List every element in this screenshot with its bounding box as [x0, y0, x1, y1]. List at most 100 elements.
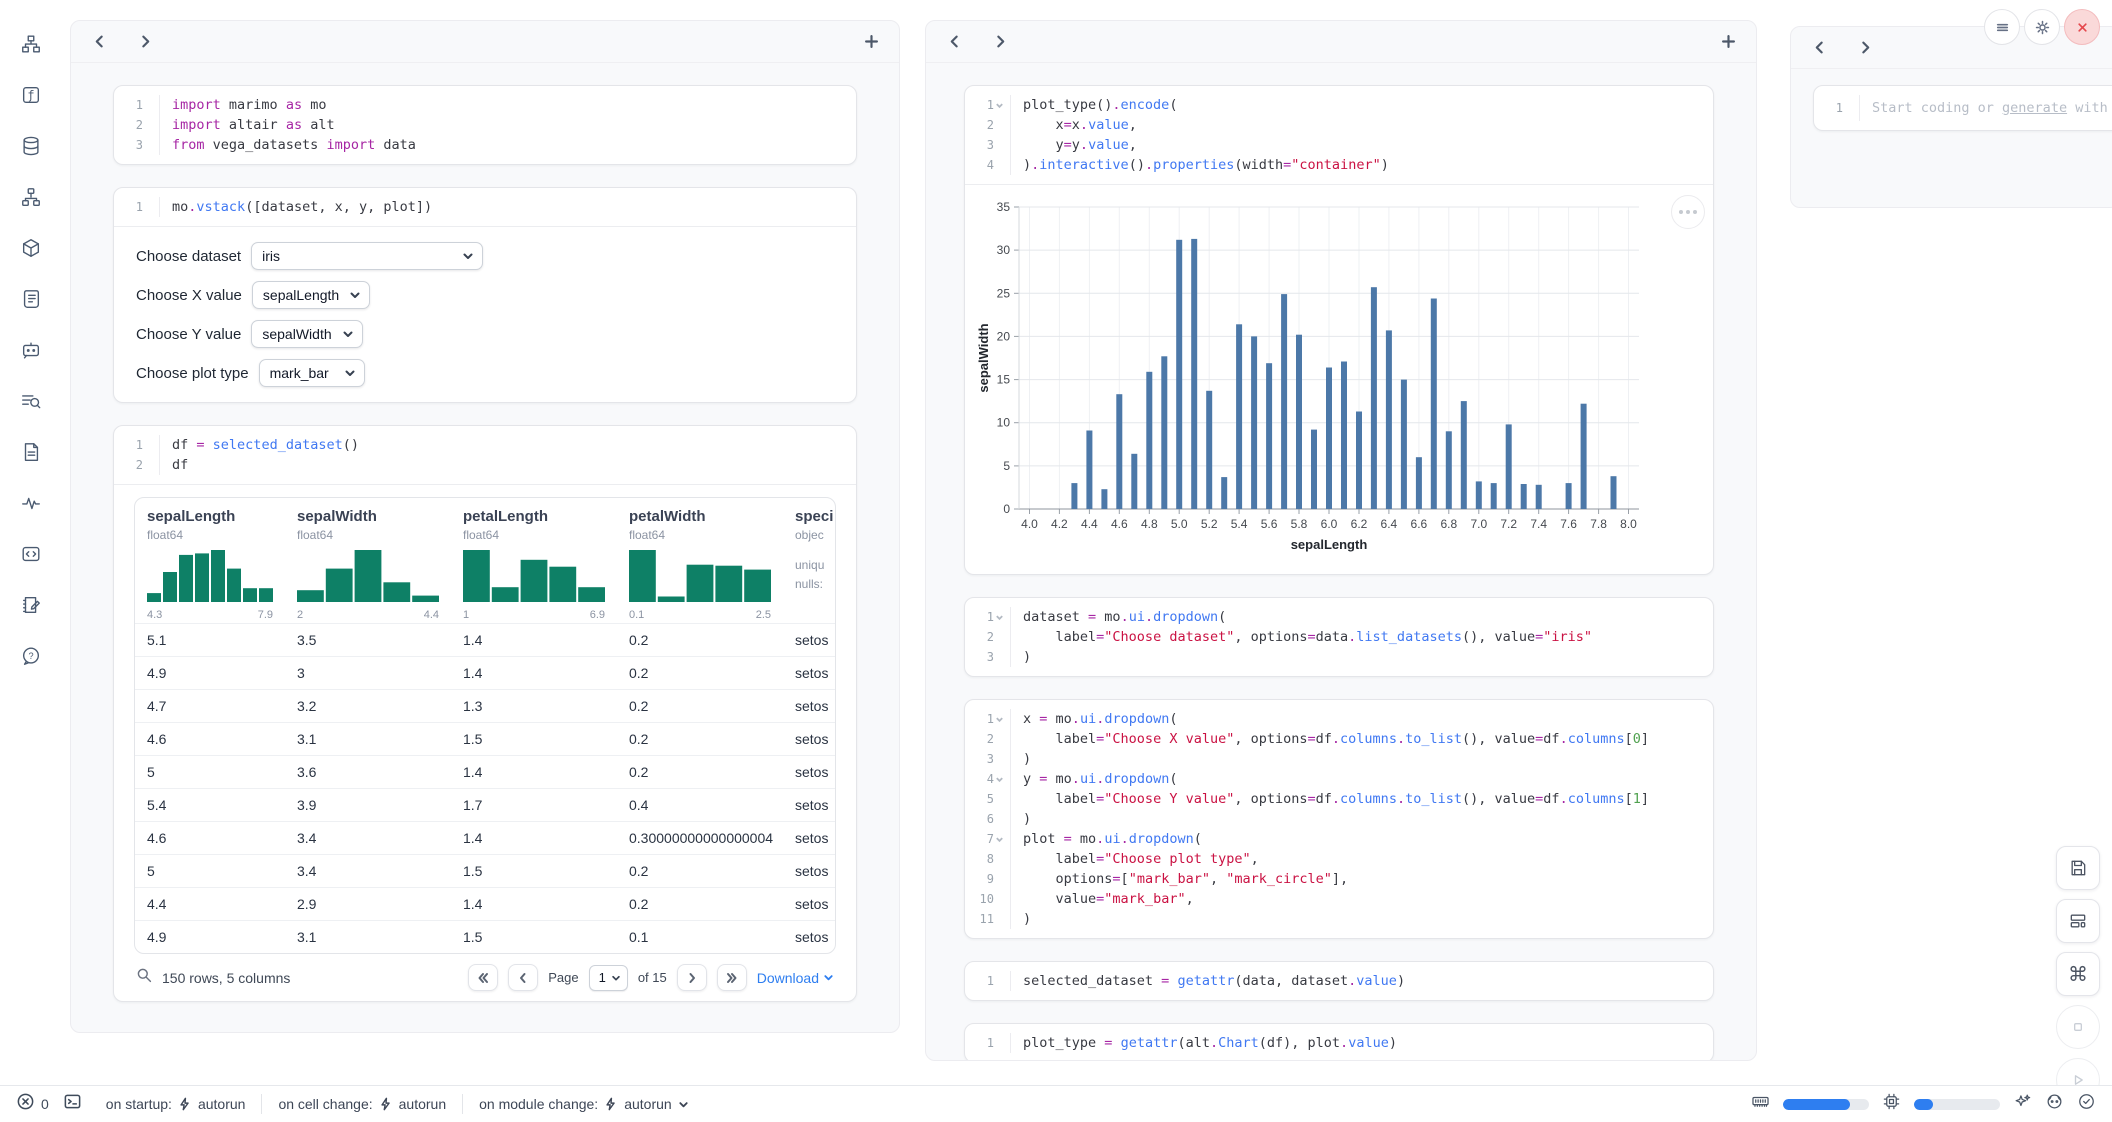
code-line[interactable]: 7plot = mo.ui.dropdown( [965, 829, 1713, 849]
code-placeholder[interactable]: Start coding or generate with AI [1860, 95, 2112, 121]
runtime-mode-0[interactable]: on startup:autorun [106, 1096, 246, 1112]
cell-xyplot-dropdowns[interactable]: 1x = mo.ui.dropdown(2 label="Choose X va… [964, 699, 1714, 939]
runtime-mode-2[interactable]: on module change:autorun [479, 1096, 689, 1112]
code-line[interactable]: 2import altair as alt [114, 115, 856, 135]
search-logs-icon[interactable] [13, 383, 49, 419]
code-line[interactable]: 4y = mo.ui.dropdown( [965, 769, 1713, 789]
column-next-icon[interactable] [990, 32, 1010, 52]
snippets-icon[interactable] [13, 536, 49, 572]
documentation-icon[interactable] [13, 434, 49, 470]
code-line[interactable]: 5 label="Choose Y value", options=df.col… [965, 789, 1713, 809]
table-row[interactable]: 4.63.11.50.2setos [135, 722, 835, 755]
code-line[interactable]: 1plot_type().encode( [965, 95, 1713, 115]
table-row[interactable]: 4.73.21.30.2setos [135, 689, 835, 722]
prev-page-button[interactable] [508, 964, 538, 991]
connection-status-icon[interactable] [2077, 1092, 2096, 1116]
column-prev-icon[interactable] [89, 32, 109, 52]
shutdown-close-icon[interactable] [2064, 9, 2100, 45]
datasources-icon[interactable] [13, 128, 49, 164]
cell-vstack[interactable]: 1mo.vstack([dataset, x, y, plot]) Choose… [113, 187, 857, 403]
cell-new-empty[interactable]: 1 Start coding or generate with AI [1813, 85, 2112, 131]
column-header[interactable]: petalLengthfloat64 [451, 498, 617, 542]
last-page-button[interactable] [717, 964, 747, 991]
table-row[interactable]: 53.41.50.2setos [135, 854, 835, 887]
table-row[interactable]: 4.93.11.50.1setos [135, 920, 835, 953]
runtime-mode-1[interactable]: on cell change:autorun [278, 1096, 446, 1112]
dropdown-select-2[interactable]: sepalWidth [251, 320, 363, 348]
table-row[interactable]: 5.43.91.70.4setos [135, 788, 835, 821]
tracing-icon[interactable] [13, 485, 49, 521]
table-row[interactable]: 4.42.91.40.2setos [135, 887, 835, 920]
column-header[interactable]: petalWidthfloat64 [617, 498, 783, 542]
code-line[interactable]: 1import marimo as mo [114, 95, 856, 115]
column-next-icon[interactable] [135, 32, 155, 52]
layout-panels-icon[interactable] [2056, 899, 2100, 943]
scratchpad-icon[interactable] [13, 587, 49, 623]
column-header[interactable]: sepalWidthfloat64 [285, 498, 451, 542]
code-line[interactable]: 10 value="mark_bar", [965, 889, 1713, 909]
download-button[interactable]: Download [757, 970, 834, 986]
dropdown-select-0[interactable]: iris [251, 242, 483, 270]
table-row[interactable]: 53.61.40.2setos [135, 755, 835, 788]
add-cell-icon[interactable] [861, 32, 881, 52]
code-line[interactable]: 3from vega_datasets import data [114, 135, 856, 155]
code-line[interactable]: 2df [114, 455, 856, 475]
chart-actions-icon[interactable] [1671, 195, 1705, 229]
table-search-icon[interactable] [136, 967, 152, 988]
code-line[interactable]: 2 label="Choose X value", options=df.col… [965, 729, 1713, 749]
code-line[interactable]: 1dataset = mo.ui.dropdown( [965, 607, 1713, 627]
code-line[interactable]: 3) [965, 749, 1713, 769]
cell-imports[interactable]: 1import marimo as mo2import altair as al… [113, 85, 857, 165]
code-line[interactable]: 1mo.vstack([dataset, x, y, plot]) [114, 197, 856, 217]
first-page-button[interactable] [468, 964, 498, 991]
stop-icon[interactable] [2056, 1005, 2100, 1049]
generate-link[interactable]: generate [2002, 100, 2067, 116]
command-palette-icon[interactable]: ⌘ [2056, 952, 2100, 996]
column-prev-icon[interactable] [944, 32, 964, 52]
code-line[interactable]: 1df = selected_dataset() [114, 435, 856, 455]
code-line[interactable]: 2 x=x.value, [965, 115, 1713, 135]
column-header[interactable]: sepalLengthfloat64 [135, 498, 285, 542]
altair-bar-chart[interactable]: 4.04.24.44.64.85.05.25.45.65.86.06.26.46… [975, 195, 1707, 562]
table-row[interactable]: 4.931.40.2setos [135, 656, 835, 689]
cell-dataset-dropdown[interactable]: 1dataset = mo.ui.dropdown(2 label="Choos… [964, 597, 1714, 677]
cell-dataframe[interactable]: 1df = selected_dataset()2df sepalLengthf… [113, 425, 857, 1002]
code-line[interactable]: 9 options=["mark_bar", "mark_circle"], [965, 869, 1713, 889]
cell-selected-dataset[interactable]: 1selected_dataset = getattr(data, datase… [964, 961, 1714, 1001]
settings-gear-icon[interactable] [2024, 9, 2060, 45]
code-line[interactable]: 2 label="Choose dataset", options=data.l… [965, 627, 1713, 647]
column-prev-icon[interactable] [1809, 38, 1829, 58]
dropdown-select-1[interactable]: sepalLength [252, 281, 370, 309]
cell-plot-type[interactable]: 1plot_type = getattr(alt.Chart(df), plot… [964, 1023, 1714, 1061]
table-row[interactable]: 4.63.41.40.30000000000000004setos [135, 821, 835, 854]
code-line[interactable]: 11) [965, 909, 1713, 929]
column-next-icon[interactable] [1855, 38, 1875, 58]
packages-icon[interactable] [13, 230, 49, 266]
ai-sparkles-icon[interactable] [2013, 1092, 2032, 1116]
add-cell-icon[interactable] [1718, 32, 1738, 52]
code-line[interactable]: 6) [965, 809, 1713, 829]
code-line[interactable]: 1selected_dataset = getattr(data, datase… [965, 971, 1713, 991]
dependencies-icon[interactable] [13, 179, 49, 215]
code-line[interactable]: 8 label="Choose plot type", [965, 849, 1713, 869]
ai-chat-icon[interactable] [13, 332, 49, 368]
page-select[interactable]: 1 [589, 965, 628, 991]
help-icon[interactable]: ? [13, 638, 49, 674]
code-line[interactable]: 4).interactive().properties(width="conta… [965, 155, 1713, 175]
file-explorer-icon[interactable] [13, 26, 49, 62]
code-line[interactable]: 3) [965, 647, 1713, 667]
dropdown-select-3[interactable]: mark_bar [259, 359, 365, 387]
next-page-button[interactable] [677, 964, 707, 991]
cell-plot[interactable]: 1plot_type().encode(2 x=x.value,3 y=y.va… [964, 85, 1714, 575]
code-line[interactable]: 3 y=y.value, [965, 135, 1713, 155]
menu-icon[interactable] [1984, 9, 2020, 45]
code-line[interactable]: 1plot_type = getattr(alt.Chart(df), plot… [965, 1033, 1713, 1053]
copilot-icon[interactable] [2045, 1092, 2064, 1116]
code-line[interactable]: 1x = mo.ui.dropdown( [965, 709, 1713, 729]
logs-icon[interactable] [13, 281, 49, 317]
save-icon[interactable] [2056, 846, 2100, 890]
errors-icon[interactable] [16, 1092, 35, 1116]
terminal-icon[interactable] [63, 1092, 82, 1116]
variables-icon[interactable]: ƒ [13, 77, 49, 113]
table-row[interactable]: 5.13.51.40.2setos [135, 623, 835, 656]
